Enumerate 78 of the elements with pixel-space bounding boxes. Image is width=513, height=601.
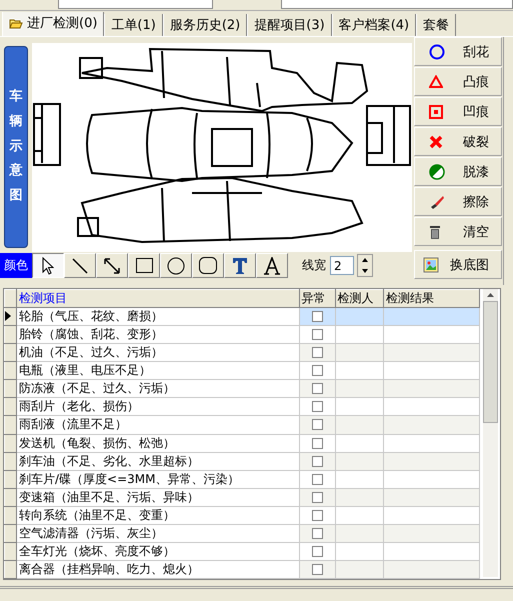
- triangle-icon: [429, 75, 443, 88]
- down-arrow-icon: [362, 268, 368, 273]
- table-cell: 胎铃（腐蚀、刮花、变形）: [16, 326, 300, 344]
- tab[interactable]: 客户档案(4): [332, 14, 416, 36]
- table-cell: 机油（不足、过久、污垢）: [16, 344, 300, 362]
- mark-tool-button[interactable]: 刮花: [414, 37, 502, 66]
- checkbox[interactable]: [312, 546, 323, 557]
- diagram-label-button[interactable]: 车辆示意图: [4, 46, 28, 248]
- mark-tool-button[interactable]: 清空: [414, 217, 502, 246]
- tab[interactable]: 工单(1): [104, 14, 163, 36]
- checkbox[interactable]: [312, 564, 323, 575]
- text-icon: [263, 256, 281, 274]
- spin-button[interactable]: [357, 254, 373, 277]
- trash-icon: [429, 224, 441, 240]
- column-header[interactable]: 检测项目: [16, 290, 300, 308]
- checkbox[interactable]: [312, 528, 323, 539]
- checkbox[interactable]: [312, 492, 323, 503]
- line-width-field[interactable]: 2: [330, 256, 354, 275]
- input-field[interactable]: [281, 0, 513, 9]
- table-cell: 离合器（挂档异响、吃力、熄火）: [16, 560, 300, 578]
- table-cell: 雨刮液（流里不足）: [16, 416, 300, 434]
- half-filled-circle-icon: [429, 164, 445, 180]
- column-header[interactable]: 检测人: [335, 290, 384, 308]
- up-arrow-icon: [362, 258, 368, 262]
- rounded-rectangle-icon: [199, 257, 217, 274]
- mark-tool-button[interactable]: 破裂: [414, 127, 502, 156]
- scrollbar[interactable]: [483, 289, 498, 577]
- tool-button[interactable]: [32, 253, 64, 278]
- table-cell: 刹车片/碟（厚度<=3MM、异常、污染）: [16, 470, 300, 488]
- table-cell: 空气滤清器（污垢、灰尘）: [16, 524, 300, 542]
- checkbox[interactable]: [312, 474, 323, 485]
- checkbox[interactable]: [312, 329, 323, 340]
- cross-icon: [429, 134, 443, 148]
- tab[interactable]: 套餐: [416, 14, 456, 36]
- circle-icon: [429, 44, 445, 60]
- tab[interactable]: 提醒项目(3): [247, 14, 332, 36]
- table-cell: 雨刮片（老化、损伤）: [16, 398, 300, 416]
- checkbox[interactable]: [312, 456, 323, 467]
- current-row-icon: [6, 310, 11, 321]
- table-cell: 刹车油（不足、劣化、水里超标）: [16, 452, 300, 470]
- up-arrow-icon: [487, 293, 494, 297]
- input-field[interactable]: [58, 0, 214, 9]
- mark-tool-button[interactable]: 擦除: [414, 187, 502, 216]
- folder-icon: [9, 18, 23, 28]
- table-cell: 电瓶（液里、电压不足）: [16, 362, 300, 380]
- mark-tool-button[interactable]: 换底图: [414, 250, 502, 279]
- table-cell: 发送机（龟裂、损伤、松弛）: [16, 434, 300, 452]
- checkbox[interactable]: [312, 419, 323, 430]
- table-cell: 轮胎（气压、花纹、磨损）: [16, 308, 300, 326]
- mark-tool-button[interactable]: 凹痕: [414, 97, 502, 126]
- table-cell: 转向系统（油里不足、变重）: [16, 506, 300, 524]
- checkbox[interactable]: [312, 510, 323, 521]
- table-cell: 变速箱（油里不足、污垢、异味）: [16, 488, 300, 506]
- checkbox[interactable]: [312, 311, 323, 322]
- checkbox[interactable]: [312, 438, 323, 449]
- line-width-label: 线宽: [302, 257, 326, 274]
- checkbox[interactable]: [312, 401, 323, 412]
- mark-tool-button[interactable]: 脱漆: [414, 157, 502, 186]
- row-indicator[interactable]: [4, 308, 17, 326]
- tab[interactable]: 进厂检测(0): [2, 12, 104, 36]
- picture-icon: [423, 256, 439, 272]
- checkbox[interactable]: [312, 383, 323, 394]
- tab[interactable]: 服务历史(2): [162, 14, 248, 36]
- circle-icon: [167, 256, 185, 274]
- table-cell: 防冻液（不足、过久、污垢）: [16, 380, 300, 398]
- table-cell: 全车灯光（烧坏、亮度不够）: [16, 542, 300, 560]
- rectangle-icon: [136, 258, 152, 273]
- checkbox[interactable]: [312, 365, 323, 376]
- column-header[interactable]: 异常: [299, 290, 336, 308]
- line-icon: [72, 258, 88, 274]
- mark-tool-button[interactable]: 凸痕: [414, 67, 502, 96]
- column-header[interactable]: 检测结果: [383, 290, 480, 308]
- color-button[interactable]: 颜色: [0, 253, 32, 278]
- brush-icon: [429, 194, 445, 210]
- checkbox[interactable]: [312, 347, 323, 358]
- bold-text-icon: [232, 256, 248, 274]
- double-arrow-icon: [104, 258, 120, 274]
- cursor-icon: [42, 256, 54, 274]
